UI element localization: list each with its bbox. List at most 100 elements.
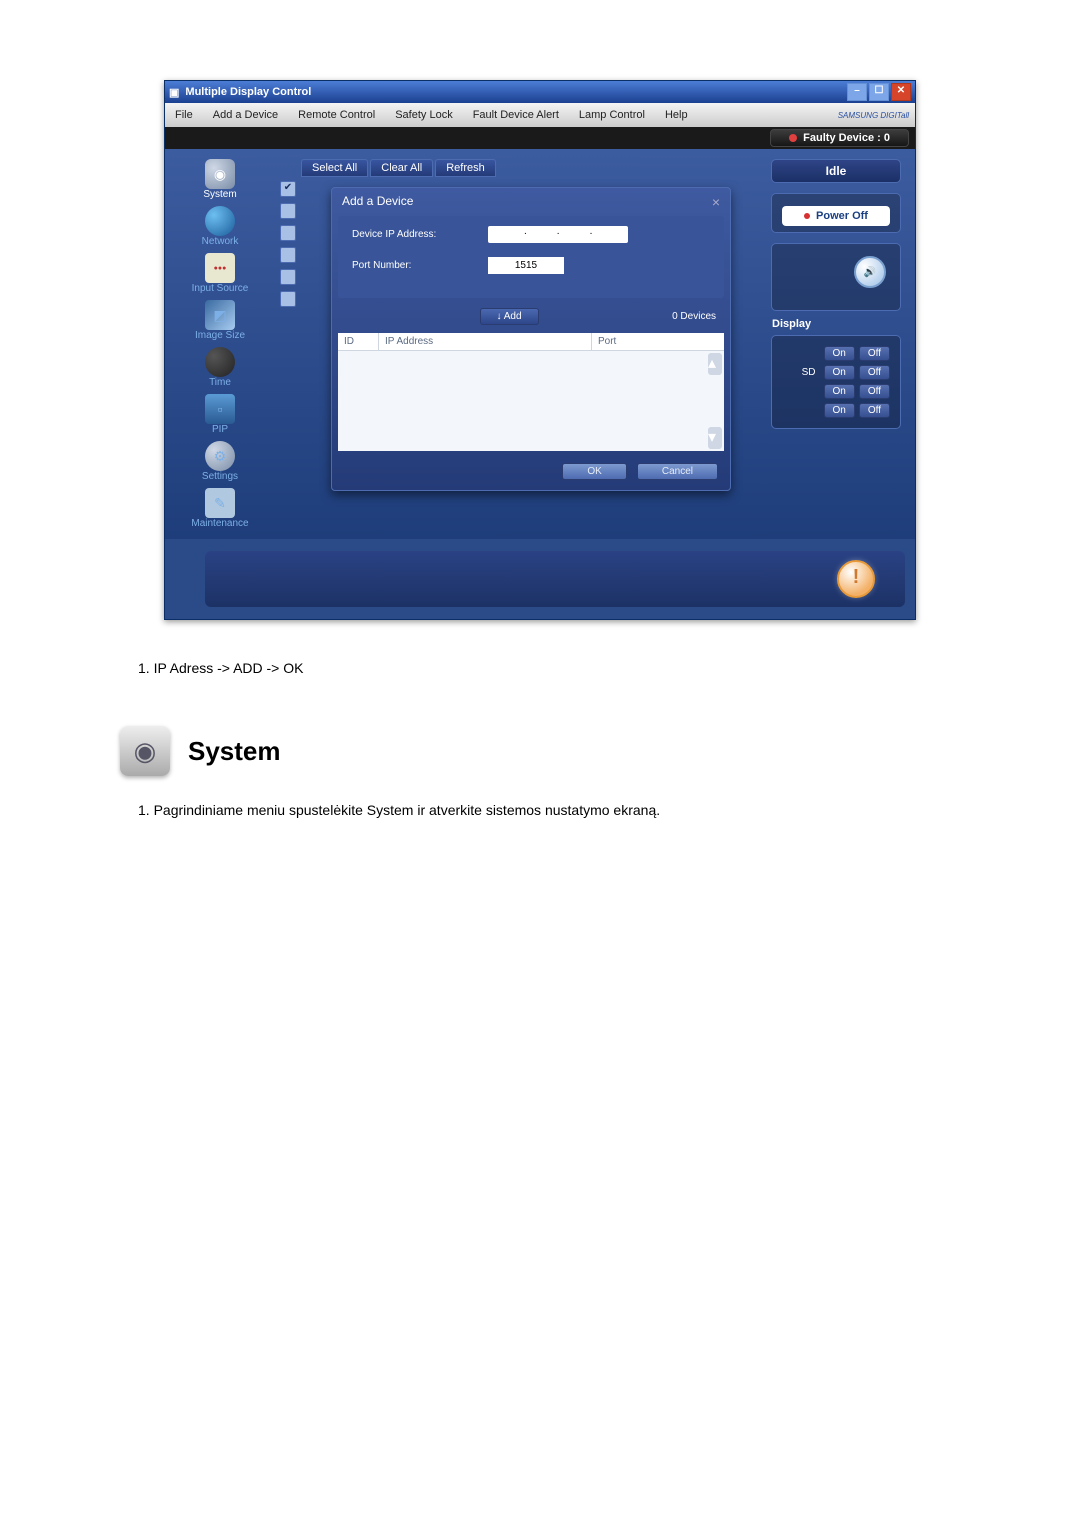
- add-device-dialog: Add a Device × Device IP Address: .: [331, 187, 731, 491]
- section-title: System: [188, 736, 281, 767]
- menu-add-device[interactable]: Add a Device: [209, 109, 282, 121]
- ip-octet-1[interactable]: [494, 226, 524, 243]
- on-button[interactable]: On: [824, 403, 855, 418]
- system-section-icon: ◉: [120, 726, 170, 776]
- device-list: ID IP Address Port ▴ ▾: [338, 333, 724, 451]
- sidebar-item-system[interactable]: ◉ System: [165, 157, 275, 202]
- devices-count: 0 Devices: [672, 311, 716, 322]
- port-label: Port Number:: [352, 260, 462, 271]
- brand-label: SAMSUNG DIGITall: [838, 111, 909, 120]
- menu-bar: File Add a Device Remote Control Safety …: [165, 103, 915, 127]
- close-button[interactable]: ✕: [891, 83, 911, 101]
- sidebar-item-label: Maintenance: [191, 518, 248, 529]
- off-button[interactable]: Off: [859, 346, 890, 361]
- sidebar-item-label: Image Size: [195, 330, 245, 341]
- bottom-panel: !: [205, 551, 905, 607]
- alert-dot-icon: [789, 134, 797, 142]
- tab-row: Select All Clear All Refresh: [301, 159, 761, 177]
- section-heading: ◉ System: [120, 726, 960, 776]
- menu-safety-lock[interactable]: Safety Lock: [391, 109, 456, 121]
- sidebar-item-input-source[interactable]: ●●● Input Source: [165, 251, 275, 296]
- power-off-button[interactable]: Power Off: [782, 206, 890, 226]
- checkbox[interactable]: [280, 225, 296, 241]
- sidebar-item-label: System: [203, 189, 236, 200]
- on-button[interactable]: On: [824, 365, 855, 380]
- settings-icon: ⚙: [205, 441, 235, 471]
- idle-header: Idle: [771, 159, 901, 183]
- add-button[interactable]: ↓ Add: [480, 308, 539, 325]
- device-list-body: ▴ ▾: [338, 351, 724, 451]
- time-icon: [205, 347, 235, 377]
- port-input[interactable]: [488, 257, 564, 274]
- scrollbar-up[interactable]: ▴: [708, 353, 722, 375]
- menu-remote-control[interactable]: Remote Control: [294, 109, 379, 121]
- faulty-device-pill[interactable]: Faulty Device : 0: [770, 129, 909, 147]
- sidebar-item-settings[interactable]: ⚙ Settings: [165, 439, 275, 484]
- checkbox[interactable]: [280, 269, 296, 285]
- ip-octet-3[interactable]: [560, 226, 590, 243]
- sidebar-item-time[interactable]: Time: [165, 345, 275, 390]
- document-page: ▣ Multiple Display Control – ☐ ✕ File Ad…: [0, 0, 1080, 1058]
- checkbox[interactable]: [280, 203, 296, 219]
- off-button[interactable]: Off: [859, 384, 890, 399]
- sidebar-item-label: Time: [209, 377, 231, 388]
- input-source-icon: ●●●: [205, 253, 235, 283]
- add-button-label: Add: [504, 311, 522, 322]
- minimize-button[interactable]: –: [847, 83, 867, 101]
- power-panel: Power Off: [771, 193, 901, 233]
- dialog-title: Add a Device: [342, 194, 413, 210]
- tab-refresh[interactable]: Refresh: [435, 159, 496, 177]
- dialog-close-icon[interactable]: ×: [712, 194, 720, 210]
- menu-fault-alert[interactable]: Fault Device Alert: [469, 109, 563, 121]
- instruction-text-2: 1. Pagrindiniame meniu spustelėkite Syst…: [138, 802, 960, 818]
- checkbox[interactable]: [280, 291, 296, 307]
- ip-octet-2[interactable]: [527, 226, 557, 243]
- sidebar-item-image-size[interactable]: ◩ Image Size: [165, 298, 275, 343]
- volume-icon[interactable]: 🔊: [854, 256, 886, 288]
- image-size-icon: ◩: [205, 300, 235, 330]
- main-area: ◉ System Network ●●● Input Source ◩ Imag…: [165, 149, 915, 539]
- maintenance-icon: ✎: [205, 488, 235, 518]
- menu-help[interactable]: Help: [661, 109, 692, 121]
- checkbox[interactable]: [280, 247, 296, 263]
- power-off-label: Power Off: [816, 210, 868, 222]
- off-button[interactable]: Off: [859, 403, 890, 418]
- ip-octet-4[interactable]: [592, 226, 622, 243]
- tab-clear-all[interactable]: Clear All: [370, 159, 433, 177]
- col-id[interactable]: ID: [338, 333, 379, 350]
- checkbox-checked[interactable]: ✔: [280, 181, 296, 197]
- ok-button[interactable]: OK: [562, 463, 626, 480]
- display-label: Display: [772, 318, 811, 330]
- maximize-button[interactable]: ☐: [869, 83, 889, 101]
- device-list-header: ID IP Address Port: [338, 333, 724, 351]
- sidebar-item-label: PIP: [212, 424, 228, 435]
- sidebar-item-pip[interactable]: ▫ PIP: [165, 392, 275, 437]
- cancel-button[interactable]: Cancel: [637, 463, 718, 480]
- title-bar: ▣ Multiple Display Control – ☐ ✕: [165, 81, 915, 103]
- instruction-text-1: 1. IP Adress -> ADD -> OK: [138, 660, 960, 676]
- sd-label: SD: [802, 367, 816, 378]
- col-port[interactable]: Port: [592, 333, 724, 350]
- display-panel: Display On Off SD On Off On: [771, 335, 901, 429]
- app-window: ▣ Multiple Display Control – ☐ ✕ File Ad…: [164, 80, 916, 620]
- app-icon: ▣: [169, 86, 179, 99]
- warning-icon: !: [837, 560, 875, 598]
- tab-select-all[interactable]: Select All: [301, 159, 368, 177]
- scrollbar-down[interactable]: ▾: [708, 427, 722, 449]
- system-icon: ◉: [205, 159, 235, 189]
- col-ip[interactable]: IP Address: [379, 333, 592, 350]
- sidebar-item-label: Network: [202, 236, 239, 247]
- pip-icon: ▫: [205, 394, 235, 424]
- sidebar-item-label: Input Source: [192, 283, 249, 294]
- content-area: ✔ Select All Clear All Refresh: [275, 149, 915, 539]
- on-button[interactable]: On: [824, 384, 855, 399]
- menu-lamp-control[interactable]: Lamp Control: [575, 109, 649, 121]
- ip-label: Device IP Address:: [352, 229, 462, 240]
- off-button[interactable]: Off: [859, 365, 890, 380]
- network-icon: [205, 206, 235, 236]
- ip-input-group: . . .: [488, 226, 628, 243]
- sidebar-item-maintenance[interactable]: ✎ Maintenance: [165, 486, 275, 531]
- menu-file[interactable]: File: [171, 109, 197, 121]
- sidebar-item-network[interactable]: Network: [165, 204, 275, 249]
- on-button[interactable]: On: [824, 346, 855, 361]
